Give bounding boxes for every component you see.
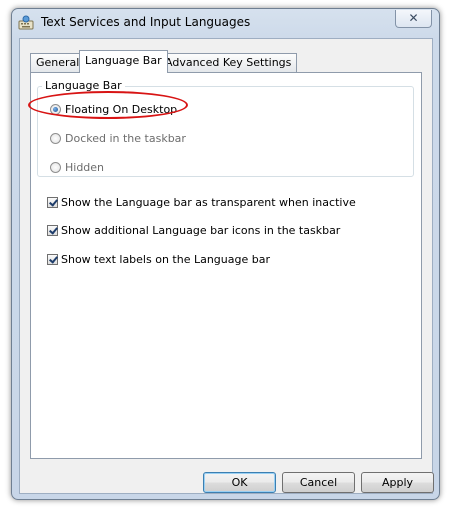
radio-label: Docked in the taskbar [65, 132, 186, 145]
tab-language-bar[interactable]: Language Bar [79, 50, 168, 73]
red-annotation-ellipse [28, 91, 188, 119]
tab-general[interactable]: General [30, 53, 86, 72]
radio-button[interactable] [50, 162, 61, 173]
checkbox-label: Show text labels on the Language bar [61, 253, 270, 266]
checkbox[interactable] [47, 254, 58, 265]
apply-button[interactable]: Apply [361, 472, 434, 493]
cancel-button[interactable]: Cancel [282, 472, 355, 493]
dialog-window: Text Services and Input Languages ✕ Gene… [11, 8, 440, 500]
close-button[interactable]: ✕ [395, 10, 432, 28]
window-title: Text Services and Input Languages [41, 15, 251, 29]
tab-advanced-key-settings[interactable]: Advanced Key Settings [159, 53, 298, 72]
checkbox-transparent-when-inactive[interactable]: Show the Language bar as transparent whe… [47, 196, 356, 209]
keyboard-app-icon [18, 15, 34, 30]
checkbox-label: Show additional Language bar icons in th… [61, 224, 341, 237]
checkbox-text-labels[interactable]: Show text labels on the Language bar [47, 253, 270, 266]
ok-button[interactable]: OK [203, 472, 276, 493]
radio-label: Hidden [65, 161, 105, 174]
checkbox-additional-icons[interactable]: Show additional Language bar icons in th… [47, 224, 340, 237]
radio-docked-in-taskbar[interactable]: Docked in the taskbar [50, 132, 186, 145]
checkbox[interactable] [47, 225, 58, 236]
checkbox[interactable] [47, 197, 58, 208]
close-icon: ✕ [408, 11, 419, 25]
radio-hidden[interactable]: Hidden [50, 161, 104, 174]
tab-panel: Language Bar Floating On Desktop Docked … [30, 72, 422, 459]
checkbox-label: Show the Language bar as transparent whe… [61, 196, 356, 209]
radio-button[interactable] [50, 133, 61, 144]
